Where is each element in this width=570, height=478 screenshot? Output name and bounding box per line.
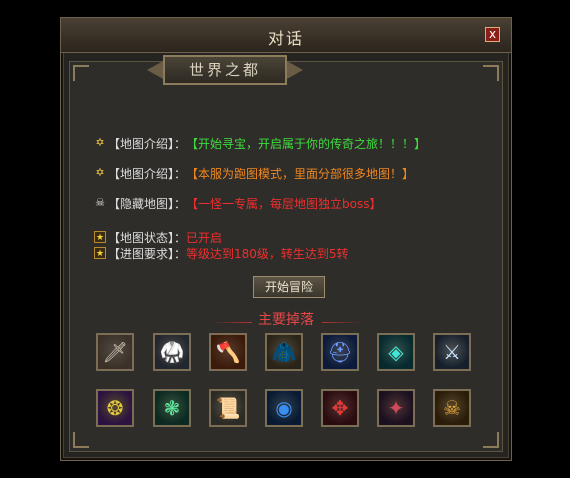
blade-icon: ⚔ (443, 340, 461, 364)
row-value: 【一怪一专属，每层地图独立boss】 (186, 196, 382, 211)
drops-title: 主要掉落 (258, 312, 314, 328)
row-label: 【地图介绍】： (108, 136, 187, 151)
six-point-star-icon: ✡ (95, 166, 105, 179)
blue-ring-icon: ◉ (275, 396, 293, 420)
golden-armor-icon: 🧥 (271, 340, 297, 364)
dialog-title: 对话 (267, 29, 304, 48)
white-armor-icon: 🥋 (159, 340, 185, 364)
cyan-shield-icon: ◈ (388, 340, 404, 364)
drop-item-slot[interactable]: ✥ (321, 389, 359, 427)
star-badge-icon: ★ (94, 231, 106, 243)
close-icon: x (488, 27, 497, 41)
corner-ornament (73, 65, 89, 81)
row-hidden: ☠ 【隐藏地图】： 【一怪一专属，每层地图独立boss】 (94, 196, 382, 211)
corner-ornament (73, 432, 89, 448)
drop-item-slot[interactable]: ✦ (377, 389, 415, 427)
row-value: 【本服为跑图模式，里面分部很多地图！】 (186, 166, 415, 181)
fire-axe-icon: 🪓 (215, 340, 241, 364)
six-point-star-icon: ✡ (95, 136, 105, 149)
red-gauntlet-icon: ✥ (331, 396, 349, 420)
gold-skull-icon: ☠ (443, 396, 461, 420)
green-orb-icon: ❃ (163, 396, 181, 420)
skull-icon: ☠ (95, 196, 105, 209)
banner-right-ornament (285, 60, 303, 80)
title-bar: 对话 x (61, 18, 511, 53)
drop-item-slot[interactable]: ◈ (377, 333, 415, 371)
row-label: 【地图状态】： (108, 230, 187, 245)
row-label: 【地图介绍】： (108, 166, 187, 181)
drop-item-slot[interactable]: 🧥 (265, 333, 303, 371)
start-adventure-button[interactable]: 开始冒险 (253, 276, 325, 298)
row-status: ★ 【地图状态】： 已开启 (94, 230, 223, 245)
row-label: 【隐藏地图】： (108, 196, 187, 211)
drop-item-slot[interactable]: 🗡 (96, 333, 134, 371)
row-requirement: ★ 【进图要求】： 等级达到180级，转生达到5转 (94, 246, 349, 261)
corner-ornament (483, 65, 499, 81)
map-name-banner: 世界之都 (163, 55, 287, 85)
drop-item-slot[interactable]: ❂ (96, 389, 134, 427)
row-value: 已开启 (186, 230, 223, 245)
star-badge-icon: ★ (94, 247, 106, 259)
row-intro-2: ✡ 【地图介绍】： 【本服为跑图模式，里面分部很多地图！】 (94, 166, 415, 181)
drop-item-slot[interactable]: 📜 (209, 389, 247, 427)
gold-medallion-icon: ❂ (106, 396, 124, 420)
close-button[interactable]: x (485, 27, 500, 42)
dark-helmet-icon: ⛑ (327, 340, 353, 364)
row-label: 【进图要求】： (108, 246, 187, 261)
scroll-icon: 📜 (215, 396, 241, 420)
dagger-icon: 🗡 (102, 340, 128, 364)
row-value: 等级达到180级，转生达到5转 (186, 246, 349, 261)
drop-item-slot[interactable]: 🪓 (209, 333, 247, 371)
drop-item-slot[interactable]: ❃ (153, 389, 191, 427)
dark-claw-icon: ✦ (387, 396, 405, 420)
drop-item-slot[interactable]: ◉ (265, 389, 303, 427)
row-value: 【开始寻宝，开启属于你的传奇之旅！！！】 (186, 136, 427, 151)
drop-item-slot[interactable]: ⛑ (321, 333, 359, 371)
corner-ornament (483, 432, 499, 448)
row-intro-1: ✡ 【地图介绍】： 【开始寻宝，开启属于你的传奇之旅！！！】 (94, 136, 427, 151)
drop-item-slot[interactable]: ⚔ (433, 333, 471, 371)
drop-item-slot[interactable]: ☠ (433, 389, 471, 427)
drop-item-slot[interactable]: 🥋 (153, 333, 191, 371)
